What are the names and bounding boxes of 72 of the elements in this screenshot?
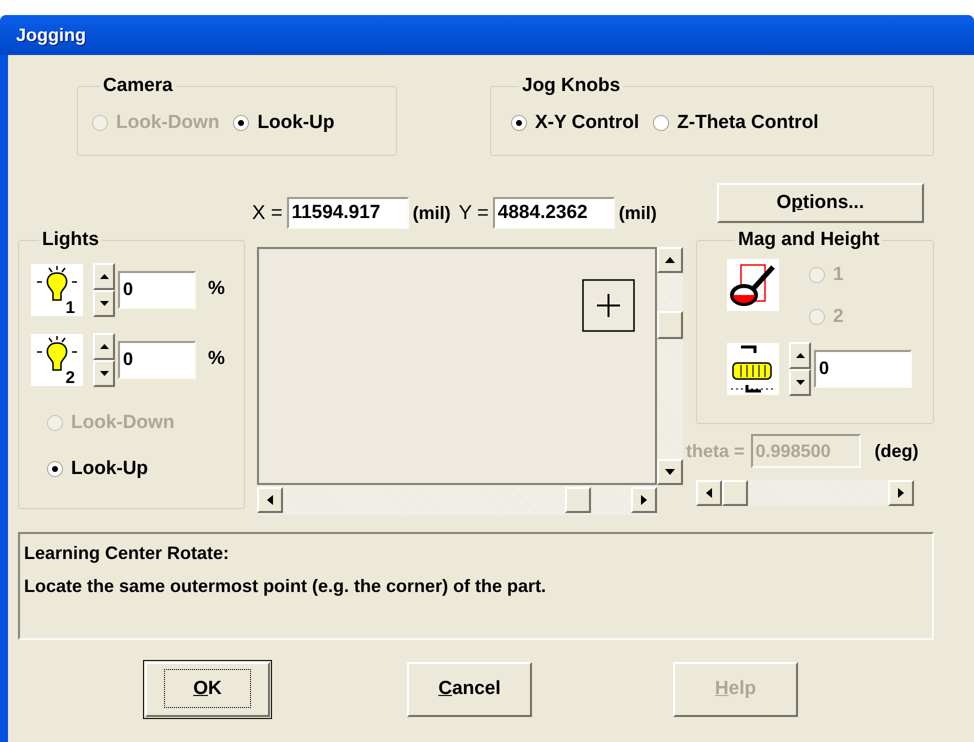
message-text: Locate the same outermost point (e.g. the corner) of the part. [24, 575, 548, 598]
radio-label: 2 [833, 305, 844, 329]
group-title: Jog Knobs [522, 75, 620, 96]
options-button[interactable]: Options... [716, 183, 924, 223]
spin-down-button[interactable] [789, 368, 811, 396]
spin-up-button[interactable] [93, 332, 115, 360]
radio-button[interactable] [511, 114, 527, 131]
height-field[interactable]: 0 [814, 350, 912, 388]
group-title: Lights [42, 229, 99, 250]
lens-height-icon [727, 342, 779, 394]
theta-scrollbar[interactable] [696, 480, 914, 506]
theta-label: theta = [686, 440, 745, 462]
vertical-scrollbar[interactable] [657, 247, 683, 485]
light-number: 2 [66, 368, 75, 386]
up-arrow-icon [796, 352, 804, 358]
spin-up-button[interactable] [789, 342, 811, 368]
coordinate-field[interactable]: 4884.2362 [492, 197, 615, 229]
coordinate-field[interactable]: 11594.917 [286, 197, 409, 229]
scroll-thumb[interactable] [657, 311, 683, 339]
spin-down-button[interactable] [93, 360, 115, 386]
message-text: Learning Center Rotate: [24, 542, 230, 565]
spin-down-button[interactable] [93, 290, 115, 316]
scroll-right-button[interactable] [888, 480, 914, 506]
crosshair-icon [582, 279, 635, 332]
scroll-right-button[interactable] [631, 487, 657, 513]
radio-label: Z-Theta Control [677, 110, 819, 134]
up-arrow-icon [100, 274, 108, 278]
radio-button[interactable] [653, 114, 670, 131]
left-arrow-icon [267, 495, 273, 505]
spin-up-button[interactable] [93, 262, 115, 290]
unit-label: (mil) [618, 202, 657, 225]
radio-label: Look-Down [116, 110, 220, 134]
down-arrow-icon [100, 370, 108, 376]
up-arrow-icon [665, 257, 675, 263]
up-arrow-icon [100, 344, 108, 348]
scroll-thumb[interactable] [722, 480, 748, 506]
radio-button[interactable] [47, 461, 63, 478]
dialog-button[interactable]: OK [145, 662, 270, 717]
scroll-up-button[interactable] [657, 247, 683, 273]
radio-label: Look-Up [71, 457, 148, 481]
radio-label: Look-Down [71, 410, 174, 434]
light-number: 1 [66, 298, 75, 316]
percent-label: % [208, 347, 225, 372]
scroll-down-button[interactable] [657, 459, 683, 485]
light-level-field[interactable]: 0 [118, 270, 196, 308]
right-arrow-icon [898, 488, 904, 498]
coordinate-label: Y = [458, 201, 489, 226]
down-arrow-icon [796, 380, 804, 384]
window-title: Jogging [16, 24, 86, 47]
unit-label: (deg) [874, 440, 919, 463]
bulb-icon [31, 264, 83, 316]
bulb-icon [31, 334, 83, 386]
group-title: Mag and Height [738, 229, 880, 250]
radio-label: X-Y Control [535, 110, 640, 134]
light-level-field[interactable]: 0 [118, 340, 196, 378]
scroll-left-button[interactable] [257, 487, 283, 513]
percent-label: % [208, 277, 225, 302]
horizontal-scrollbar[interactable] [257, 485, 657, 515]
radio-label: Look-Up [257, 110, 334, 134]
down-arrow-icon [665, 469, 675, 475]
unit-label: (mil) [412, 202, 451, 225]
magnifier-icon [727, 258, 779, 310]
radio-button[interactable] [233, 114, 250, 131]
scroll-thumb[interactable] [565, 487, 591, 513]
dialog-button[interactable]: Cancel [407, 662, 532, 717]
group-title: Camera [103, 75, 173, 96]
radio-label: 1 [833, 262, 844, 286]
scroll-left-button[interactable] [696, 480, 722, 506]
left-arrow-icon [706, 488, 712, 498]
coordinate-label: X = [252, 201, 283, 226]
down-arrow-icon [100, 300, 108, 306]
right-arrow-icon [641, 495, 647, 505]
